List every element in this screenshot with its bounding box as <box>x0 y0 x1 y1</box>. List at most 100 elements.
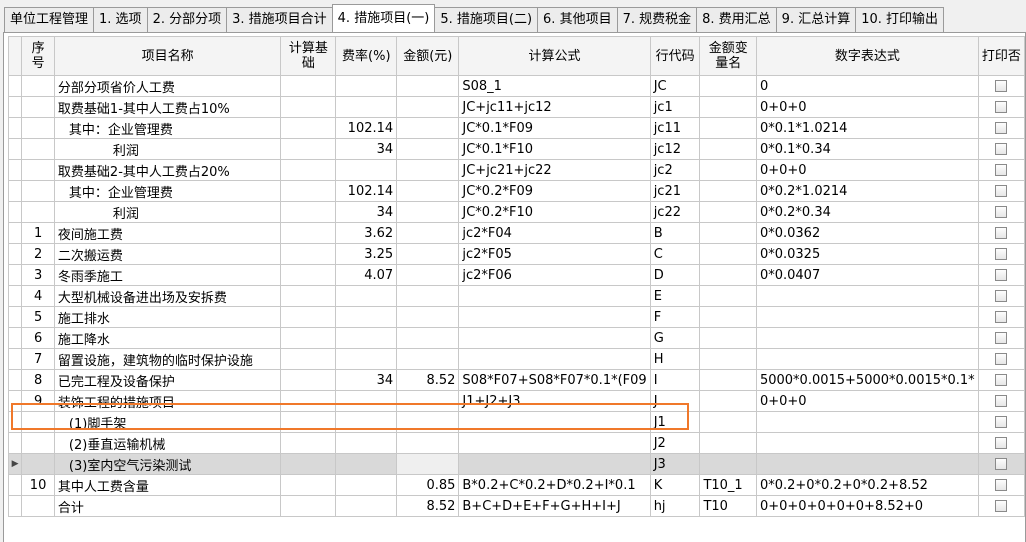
cell-base[interactable] <box>280 432 337 454</box>
cell-seq[interactable] <box>21 180 55 202</box>
cell-base[interactable] <box>280 201 337 223</box>
print-checkbox[interactable] <box>995 143 1008 155</box>
tab-1[interactable]: 1. 选项 <box>93 7 148 32</box>
print-checkbox[interactable] <box>995 500 1008 512</box>
print-checkbox[interactable] <box>995 437 1008 449</box>
cell-code[interactable]: G <box>649 327 701 349</box>
cell-code[interactable]: J3 <box>649 453 701 475</box>
table-row[interactable]: 合计 8.52 B+C+D+E+F+G+H+I+J hj T10 0+0+0+0+0+0+… <box>7 495 1026 517</box>
print-checkbox[interactable] <box>995 311 1008 323</box>
print-checkbox-cell[interactable] <box>977 138 1026 160</box>
cell-expr[interactable]: 0+0+0 <box>755 159 979 181</box>
cell-name[interactable]: 夜间施工费 <box>53 222 282 244</box>
cell-name[interactable]: 已完工程及设备保护 <box>53 369 282 391</box>
table-row[interactable]: (2)垂直运输机械 J2 <box>7 432 1026 454</box>
col-rate[interactable]: 费率(%) <box>335 36 398 76</box>
cell-expr[interactable]: 0*0.0407 <box>755 264 979 286</box>
cell-var[interactable] <box>699 306 757 328</box>
cell-code[interactable]: J <box>649 390 701 412</box>
cell-expr[interactable] <box>755 285 979 307</box>
cell-name[interactable]: 装饰工程的措施项目 <box>53 390 282 412</box>
cell-expr[interactable] <box>755 348 979 370</box>
cell-name[interactable]: (3)室内空气污染测试 <box>53 453 282 475</box>
row-indicator[interactable] <box>7 138 23 160</box>
cell-base[interactable] <box>280 222 337 244</box>
col-var[interactable]: 金额变量名 <box>699 36 757 76</box>
cell-formula[interactable]: jc2*F04 <box>458 222 651 244</box>
cell-amount[interactable] <box>396 306 460 328</box>
cell-code[interactable]: J1 <box>649 411 701 433</box>
tab-5[interactable]: 5. 措施项目(二) <box>434 7 539 32</box>
cell-var[interactable] <box>699 138 757 160</box>
cell-seq[interactable] <box>21 453 55 475</box>
cell-amount[interactable] <box>396 75 460 97</box>
cell-name[interactable]: 合计 <box>53 495 282 517</box>
cell-formula[interactable] <box>458 453 651 475</box>
cell-name[interactable]: 其中人工费含量 <box>53 474 282 496</box>
row-indicator[interactable] <box>7 243 23 265</box>
print-checkbox-cell[interactable] <box>977 243 1026 265</box>
print-checkbox[interactable] <box>995 332 1008 344</box>
cell-formula[interactable] <box>458 306 651 328</box>
table-row[interactable]: 3 冬雨季施工 4.07 jc2*F06 D 0*0.0407 <box>7 264 1026 286</box>
tab-3[interactable]: 3. 措施项目合计 <box>226 7 333 32</box>
cell-rate[interactable]: 3.62 <box>335 222 398 244</box>
cell-seq[interactable] <box>21 432 55 454</box>
cell-seq[interactable] <box>21 75 55 97</box>
print-checkbox-cell[interactable] <box>977 453 1026 475</box>
table-row[interactable]: 5 施工排水 F <box>7 306 1026 328</box>
cell-formula[interactable]: JC*0.2*F09 <box>458 180 651 202</box>
cell-expr[interactable]: 0*0.2*0.34 <box>755 201 979 223</box>
cell-expr[interactable] <box>755 453 979 475</box>
cell-amount[interactable]: 8.52 <box>396 369 460 391</box>
cell-code[interactable]: jc2 <box>649 159 701 181</box>
col-formula[interactable]: 计算公式 <box>458 36 651 76</box>
cell-rate[interactable]: 102.14 <box>335 117 398 139</box>
cell-var[interactable] <box>699 180 757 202</box>
cell-seq[interactable]: 10 <box>21 474 55 496</box>
cell-base[interactable] <box>280 495 337 517</box>
cell-name[interactable]: 取费基础2-其中人工费占20% <box>53 159 282 181</box>
cell-seq[interactable]: 2 <box>21 243 55 265</box>
table-row[interactable]: 取费基础2-其中人工费占20% JC+jc21+jc22 jc2 0+0+0 <box>7 159 1026 181</box>
row-indicator[interactable] <box>7 159 23 181</box>
cell-expr[interactable] <box>755 327 979 349</box>
cell-base[interactable] <box>280 117 337 139</box>
print-checkbox-cell[interactable] <box>977 96 1026 118</box>
cell-code[interactable]: jc22 <box>649 201 701 223</box>
row-indicator[interactable] <box>7 306 23 328</box>
print-checkbox[interactable] <box>995 101 1008 113</box>
cell-formula[interactable]: S08_1 <box>458 75 651 97</box>
cell-base[interactable] <box>280 474 337 496</box>
cell-name[interactable]: 冬雨季施工 <box>53 264 282 286</box>
cell-var[interactable] <box>699 285 757 307</box>
print-checkbox-cell[interactable] <box>977 306 1026 328</box>
cell-var[interactable]: T10 <box>699 495 757 517</box>
cell-var[interactable] <box>699 117 757 139</box>
cell-var[interactable] <box>699 432 757 454</box>
tab-10[interactable]: 10. 打印输出 <box>855 7 945 32</box>
cell-code[interactable]: B <box>649 222 701 244</box>
row-indicator[interactable] <box>7 432 23 454</box>
cell-rate[interactable]: 34 <box>335 201 398 223</box>
cell-var[interactable] <box>699 159 757 181</box>
print-checkbox-cell[interactable] <box>977 285 1026 307</box>
cell-name[interactable]: 施工降水 <box>53 327 282 349</box>
cell-seq[interactable] <box>21 495 55 517</box>
table-row[interactable]: 7 留置设施，建筑物的临时保护设施 H <box>7 348 1026 370</box>
cell-formula[interactable]: JC*0.1*F10 <box>458 138 651 160</box>
row-indicator[interactable] <box>7 201 23 223</box>
cell-var[interactable] <box>699 453 757 475</box>
cell-amount[interactable] <box>396 411 460 433</box>
cell-seq[interactable] <box>21 411 55 433</box>
cell-name[interactable]: 大型机械设备进出场及安拆费 <box>53 285 282 307</box>
tab-7[interactable]: 7. 规费税金 <box>616 7 698 32</box>
row-indicator[interactable] <box>7 264 23 286</box>
cell-formula[interactable] <box>458 285 651 307</box>
print-checkbox-cell[interactable] <box>977 222 1026 244</box>
cell-expr[interactable]: 0*0.2+0*0.2+0*0.2+8.52 <box>755 474 979 496</box>
cell-rate[interactable] <box>335 390 398 412</box>
cell-rate[interactable] <box>335 327 398 349</box>
print-checkbox[interactable] <box>995 122 1008 134</box>
row-indicator[interactable] <box>7 75 23 97</box>
